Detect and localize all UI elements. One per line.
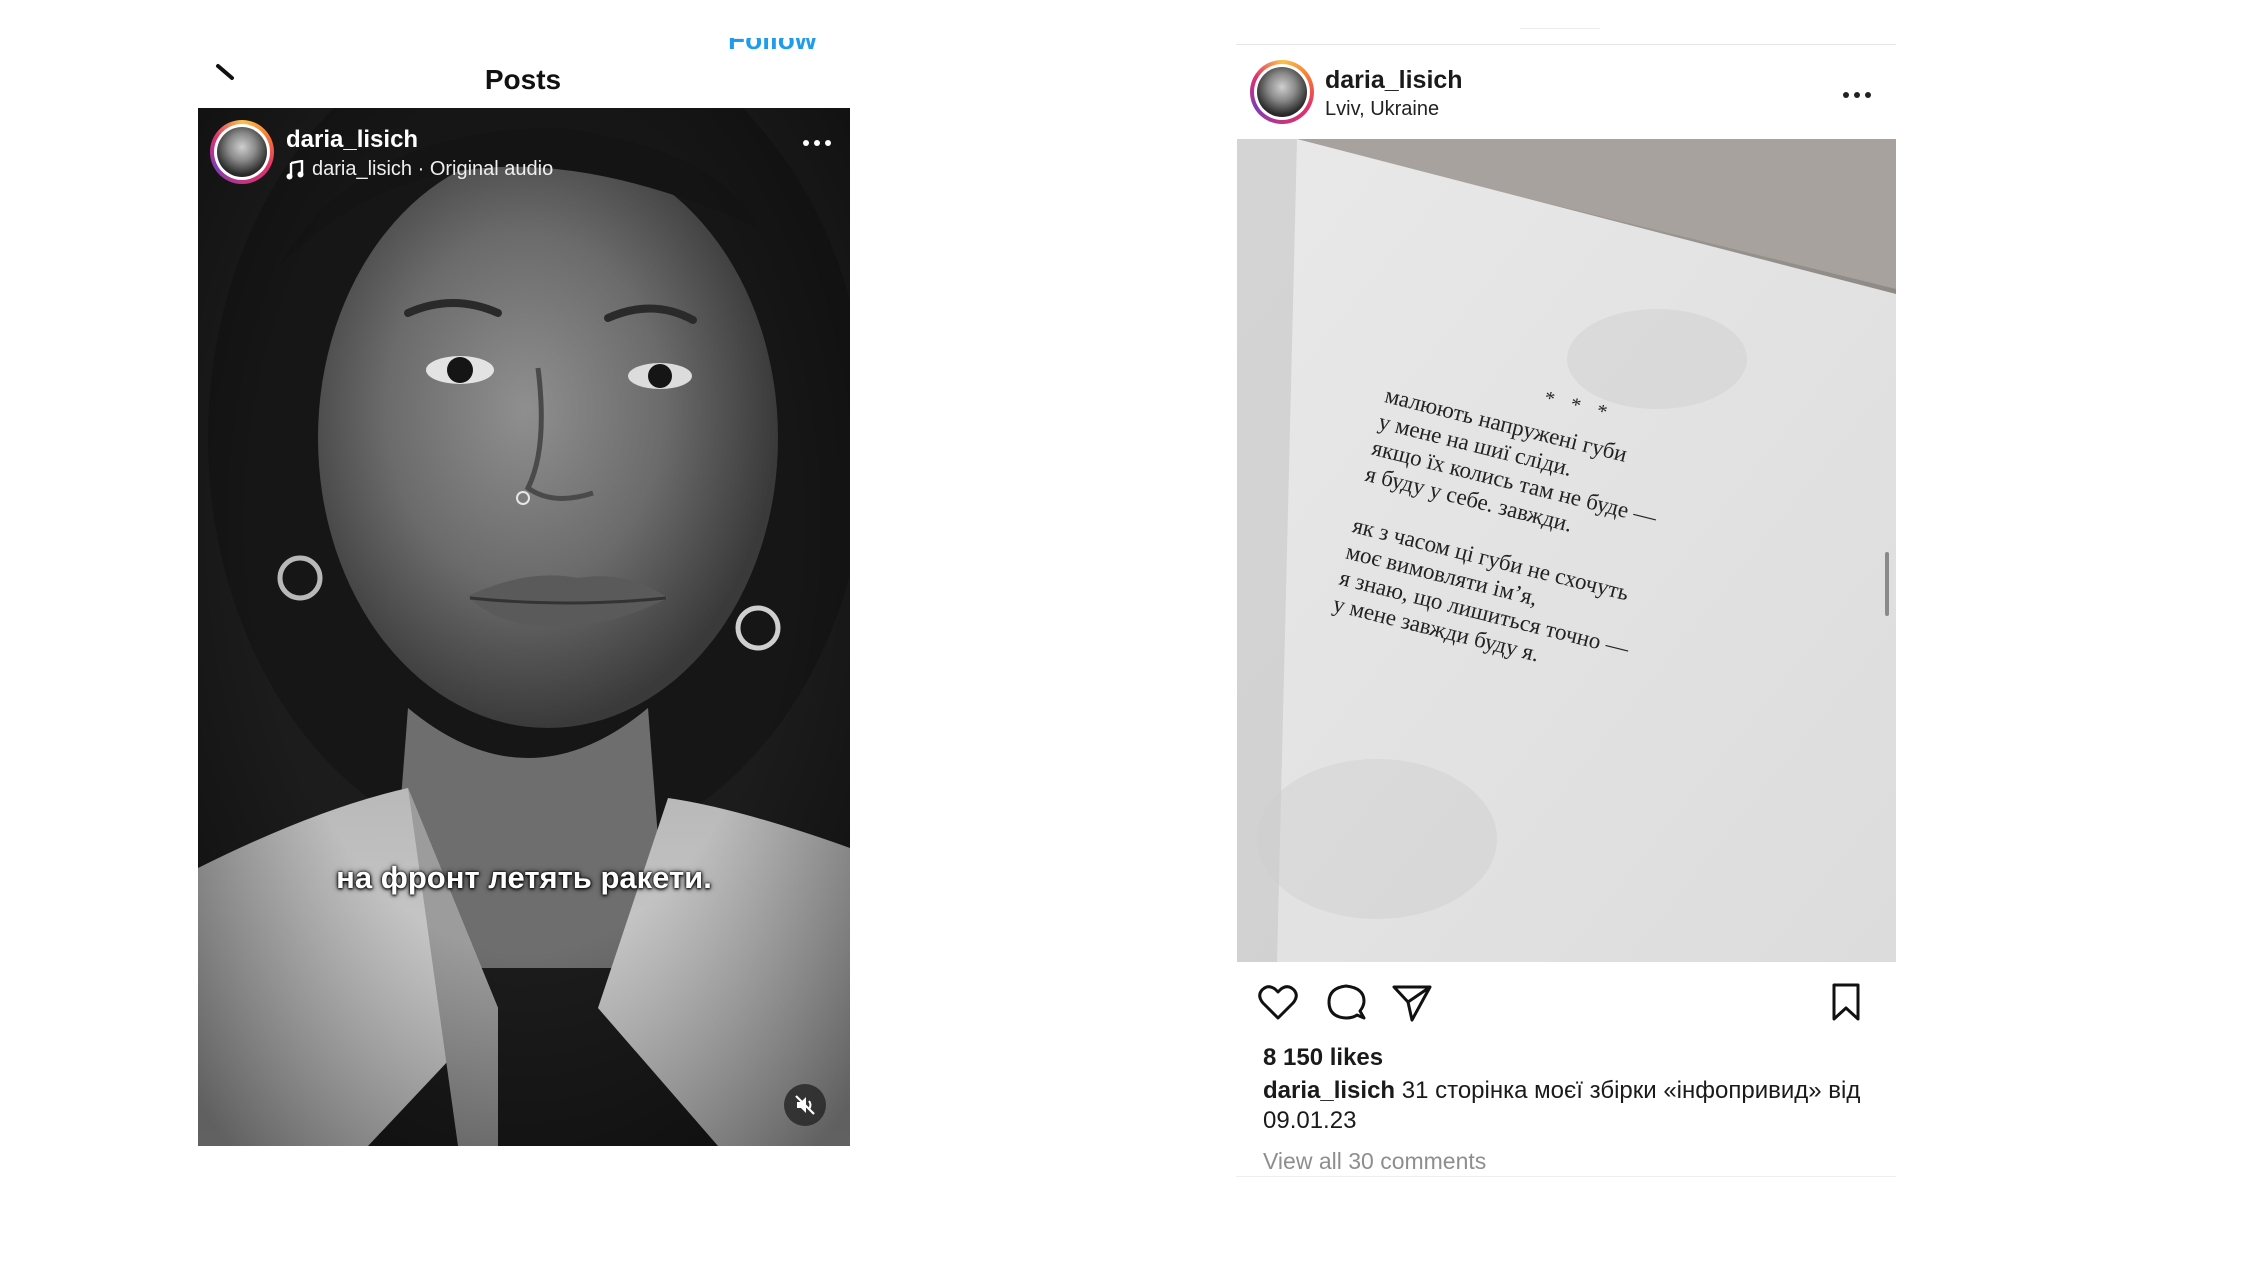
reel-audio[interactable]: daria_lisich · Original audio	[286, 158, 553, 181]
likes-count[interactable]: 8 150 likes	[1263, 1044, 1383, 1072]
post-location[interactable]: Lviv, Ukraine	[1325, 98, 1439, 121]
heart-icon[interactable]	[1256, 980, 1300, 1024]
scrollbar[interactable]	[1885, 552, 1889, 616]
reel-video[interactable]: daria_lisich daria_lisich · Original aud…	[198, 108, 850, 1146]
divider	[1236, 44, 1896, 45]
video-subtitle: на фронт летять ракети.	[336, 860, 712, 895]
more-icon[interactable]	[1842, 90, 1872, 100]
divider	[1520, 28, 1600, 29]
post-image[interactable]: * * * малюють напружені губи у мене на ш…	[1237, 139, 1896, 962]
page-title: Posts	[484, 64, 562, 95]
music-note-icon	[286, 159, 304, 179]
comment-icon[interactable]	[1324, 980, 1368, 1024]
reel-username[interactable]: daria_lisich	[286, 126, 418, 154]
audio-label: daria_lisich · Original audio	[312, 158, 554, 180]
view-comments-link[interactable]: View all 30 comments	[1263, 1148, 1486, 1175]
avatar[interactable]	[1250, 60, 1314, 124]
reel-header-overlay: daria_lisich daria_lisich · Original aud…	[198, 108, 850, 198]
post-caption: daria_lisich 31 сторінка моєї збірки «ін…	[1263, 1076, 1883, 1136]
share-icon[interactable]	[1390, 980, 1434, 1024]
post-username[interactable]: daria_lisich	[1325, 66, 1463, 95]
divider	[1236, 1176, 1896, 1177]
reel-header: Posts Follow	[198, 38, 848, 110]
caption-username[interactable]: daria_lisich	[1263, 1077, 1395, 1104]
post-actions	[1256, 980, 1876, 1030]
avatar[interactable]	[210, 120, 274, 184]
more-icon[interactable]	[802, 138, 832, 148]
follow-label: Follow	[728, 38, 817, 55]
reel-video-frame	[198, 108, 850, 1146]
mute-button[interactable]	[784, 1084, 826, 1126]
bookmark-icon[interactable]	[1824, 980, 1868, 1024]
mute-icon	[795, 1095, 815, 1115]
follow-button[interactable]: Follow	[728, 38, 817, 66]
